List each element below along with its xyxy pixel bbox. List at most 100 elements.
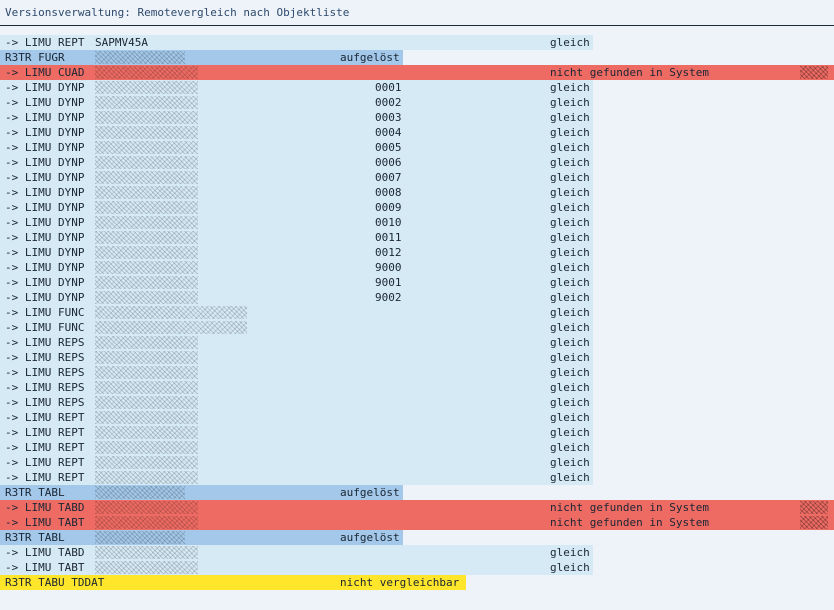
group-row[interactable]: R3TR TABL aufgelöst [0, 530, 834, 545]
object-type: -> LIMU REPT [5, 426, 85, 439]
object-row[interactable]: -> LIMU TABT gleich [0, 560, 834, 575]
redacted-marker [800, 516, 828, 529]
object-type: -> LIMU DYNP [5, 216, 85, 229]
comparison-status: nicht gefunden in System [550, 516, 709, 529]
error-row[interactable]: -> LIMU TABT nicht gefunden in System [0, 515, 834, 530]
row-highlight [0, 365, 593, 380]
row-highlight [0, 440, 593, 455]
object-row[interactable]: -> LIMU DYNP 0008 gleich [0, 185, 834, 200]
object-type: -> LIMU DYNP [5, 201, 85, 214]
object-row[interactable]: -> LIMU REPS gleich [0, 335, 834, 350]
comparison-status: gleich [550, 366, 590, 379]
object-type: -> LIMU DYNP [5, 96, 85, 109]
comparison-status: gleich [550, 186, 590, 199]
object-type: -> LIMU TABT [5, 561, 85, 574]
comparison-status: gleich [550, 336, 590, 349]
object-row[interactable]: -> LIMU DYNP 9002 gleich [0, 290, 834, 305]
object-row[interactable]: -> LIMU FUNC gleich [0, 305, 834, 320]
object-type: -> LIMU TABD [5, 546, 85, 559]
redacted-object-name [95, 546, 198, 559]
object-type: -> LIMU FUNC [5, 321, 85, 334]
comparison-status: gleich [550, 321, 590, 334]
object-type: -> LIMU TABT [5, 516, 85, 529]
object-type: -> LIMU REPT [5, 441, 85, 454]
error-row[interactable]: -> LIMU CUAD nicht gefunden in System [0, 65, 834, 80]
screen-number: 9000 [375, 261, 402, 274]
object-row[interactable]: -> LIMU DYNP 0010 gleich [0, 215, 834, 230]
object-type: -> LIMU REPT [5, 471, 85, 484]
redacted-object-name [95, 321, 247, 334]
row-highlight [0, 380, 593, 395]
comparison-status: gleich [550, 81, 590, 94]
redacted-object-name [95, 456, 198, 469]
object-row[interactable]: -> LIMU REPT gleich [0, 440, 834, 455]
object-row[interactable]: -> LIMU DYNP 0005 gleich [0, 140, 834, 155]
object-row[interactable]: -> LIMU DYNP 0011 gleich [0, 230, 834, 245]
comparison-status: gleich [550, 381, 590, 394]
comparison-status: nicht gefunden in System [550, 66, 709, 79]
object-row[interactable]: -> LIMU REPT gleich [0, 425, 834, 440]
row-highlight [0, 110, 593, 125]
screen-number: 0007 [375, 171, 402, 184]
redacted-object-name [95, 96, 198, 109]
object-name: SAPMV45A [95, 36, 148, 49]
object-row[interactable]: -> LIMU DYNP 9001 gleich [0, 275, 834, 290]
row-highlight [0, 170, 593, 185]
object-row[interactable]: -> LIMU DYNP 9000 gleich [0, 260, 834, 275]
comparison-status: gleich [550, 471, 590, 484]
object-row[interactable]: -> LIMU FUNC gleich [0, 320, 834, 335]
object-type: R3TR TABL [5, 531, 65, 544]
object-row[interactable]: -> LIMU DYNP 0001 gleich [0, 80, 834, 95]
object-type: -> LIMU DYNP [5, 141, 85, 154]
screen-number: 9002 [375, 291, 402, 304]
redacted-object-name [95, 531, 185, 544]
row-highlight [0, 275, 593, 290]
object-row[interactable]: -> LIMU DYNP 0006 gleich [0, 155, 834, 170]
object-row[interactable]: -> LIMU DYNP 0004 gleich [0, 125, 834, 140]
object-type: -> LIMU DYNP [5, 261, 85, 274]
row-highlight [0, 245, 593, 260]
row-highlight [0, 320, 593, 335]
redacted-object-name [95, 381, 198, 394]
object-type: -> LIMU DYNP [5, 126, 85, 139]
row-highlight [0, 455, 593, 470]
comparison-status: gleich [550, 156, 590, 169]
object-row[interactable]: -> LIMU REPS gleich [0, 365, 834, 380]
object-type: -> LIMU DYNP [5, 81, 85, 94]
redacted-object-name [95, 186, 198, 199]
screen-number: 0005 [375, 141, 402, 154]
group-row[interactable]: R3TR TABL aufgelöst [0, 485, 834, 500]
object-row[interactable]: -> LIMU REPT gleich [0, 410, 834, 425]
screen-number: 0008 [375, 186, 402, 199]
object-row[interactable]: -> LIMU REPS gleich [0, 380, 834, 395]
row-highlight [0, 95, 593, 110]
comparison-status: gleich [550, 231, 590, 244]
object-row[interactable]: -> LIMU DYNP 0007 gleich [0, 170, 834, 185]
comparison-status: gleich [550, 111, 590, 124]
redacted-object-name [95, 276, 198, 289]
object-row[interactable]: -> LIMU REPS gleich [0, 395, 834, 410]
object-row[interactable]: -> LIMU DYNP 0002 gleich [0, 95, 834, 110]
object-row[interactable]: -> LIMU REPS gleich [0, 350, 834, 365]
comparison-status: gleich [550, 546, 590, 559]
object-type: -> LIMU REPS [5, 381, 85, 394]
error-row[interactable]: -> LIMU TABD nicht gefunden in System [0, 500, 834, 515]
object-row[interactable]: -> LIMU TABD gleich [0, 545, 834, 560]
group-row[interactable]: R3TR FUGR aufgelöst [0, 50, 834, 65]
row-highlight [0, 200, 593, 215]
object-row[interactable]: -> LIMU DYNP 0003 gleich [0, 110, 834, 125]
comparison-status: gleich [550, 456, 590, 469]
object-row[interactable]: -> LIMU REPT gleich [0, 455, 834, 470]
object-row[interactable]: -> LIMU DYNP 0009 gleich [0, 200, 834, 215]
object-row[interactable]: -> LIMU REPT SAPMV45A gleich [0, 35, 834, 50]
object-row[interactable]: -> LIMU REPT gleich [0, 470, 834, 485]
row-highlight [0, 260, 593, 275]
warning-row[interactable]: R3TR TABU TDDAT nicht vergleichbar [0, 575, 834, 590]
object-type: -> LIMU REPT [5, 411, 85, 424]
object-row[interactable]: -> LIMU DYNP 0012 gleich [0, 245, 834, 260]
comparison-status: aufgelöst [340, 51, 400, 64]
row-highlight [0, 80, 593, 95]
row-highlight [0, 305, 593, 320]
row-highlight [0, 560, 593, 575]
redacted-object-name [95, 201, 198, 214]
